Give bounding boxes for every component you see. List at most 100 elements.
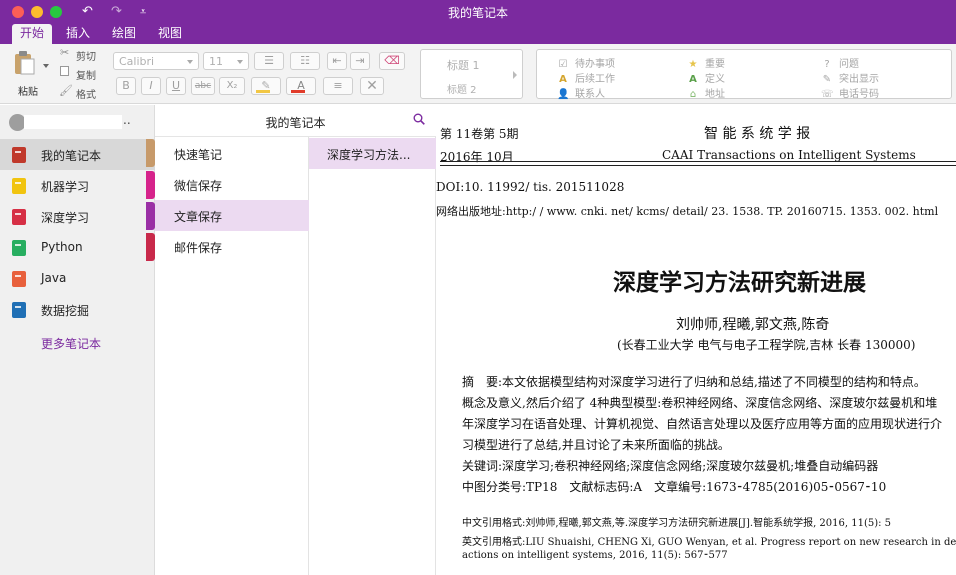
- account-name-redacted: [24, 115, 122, 129]
- classification: 中图分类号:TP18 文献标志码:A 文章编号:1673⁃4785(2016)0…: [462, 480, 887, 494]
- keywords: 关键词:深度学习;卷积神经网络;深度信念网络;深度玻尔兹曼机;堆叠自动编码器: [462, 459, 879, 473]
- notebook-item-machine-learning[interactable]: 机器学习: [0, 170, 155, 201]
- window-title: 我的笔记本: [447, 6, 508, 20]
- chevron-right-icon[interactable]: [511, 70, 519, 80]
- notebook-label: 我的笔记本: [41, 149, 102, 163]
- italic-button[interactable]: I: [141, 77, 161, 95]
- doi: DOI:10. 11992/ tis. 201511028: [436, 180, 625, 194]
- tab-view[interactable]: 视图: [150, 24, 190, 44]
- section-color-tab: [146, 171, 155, 199]
- tag-followup-label: 后续工作: [575, 74, 615, 85]
- pen-icon: ✎: [822, 74, 832, 85]
- tag-todo[interactable]: ☑ 待办事项: [557, 55, 615, 70]
- style-heading-1[interactable]: 标题 1: [447, 57, 480, 73]
- notebook-item-java[interactable]: Java: [0, 263, 155, 294]
- tag-address[interactable]: ⌂ 地址: [687, 85, 725, 100]
- outdent-icon: ⇤: [332, 54, 342, 67]
- chevron-down-icon[interactable]: [42, 62, 50, 70]
- page-canvas[interactable]: 第 11卷第 5期 智 能 系 统 学 报 2016年 10月 CAAI Tra…: [436, 105, 956, 575]
- question-icon: ?: [824, 59, 830, 70]
- tag-phone[interactable]: ☏ 电话号码: [821, 85, 879, 100]
- person-icon: 👤: [557, 89, 570, 100]
- tab-draw[interactable]: 绘图: [104, 24, 144, 44]
- increase-indent-button[interactable]: ⇥: [350, 52, 370, 70]
- notebook-icon: [12, 209, 26, 225]
- notebook-item-python[interactable]: Python: [0, 232, 155, 263]
- letter-a-icon: A: [559, 74, 567, 85]
- clear-formatting-button[interactable]: ⌫: [379, 52, 405, 70]
- tag-contact[interactable]: 👤 联系人: [557, 85, 605, 100]
- copy-button[interactable]: 复制: [58, 66, 102, 82]
- tag-important[interactable]: ★ 重要: [687, 55, 725, 70]
- highlight-color-button[interactable]: ✎: [251, 77, 281, 95]
- font-color-button[interactable]: A: [286, 77, 316, 95]
- house-icon: ⌂: [689, 89, 697, 100]
- abstract-line: 习模型进行了总结,并且讨论了未来所面临的挑战。: [462, 438, 730, 452]
- citation-english: 英文引用格式:LIU Shuaishi, CHENG Xi, GUO Wenya…: [462, 537, 956, 548]
- format-painter-label: 格式: [76, 90, 96, 101]
- font-size-select[interactable]: 11: [203, 52, 249, 70]
- section-item-mail[interactable]: 邮件保存: [155, 231, 309, 262]
- notebook-label: 机器学习: [41, 180, 90, 194]
- subscript-button[interactable]: X₂: [219, 77, 245, 95]
- notebook-item-my-notebook[interactable]: 我的笔记本: [0, 139, 155, 170]
- decrease-indent-button[interactable]: ⇤: [327, 52, 347, 70]
- notebook-item-data-mining[interactable]: 数据挖掘: [0, 294, 155, 325]
- align-button[interactable]: ≡: [323, 77, 353, 95]
- journal-date: 2016年 10月: [440, 150, 514, 164]
- citation-english-cont: actions on intelligent systems, 2016, 11…: [462, 550, 728, 561]
- scissors-icon: ✂: [60, 46, 70, 59]
- tag-definition[interactable]: A 定义: [687, 70, 725, 85]
- numbering-button[interactable]: ☷: [290, 52, 320, 70]
- font-name-value: Calibri: [119, 55, 155, 68]
- paste-button[interactable]: 粘贴: [6, 48, 50, 100]
- account-switcher[interactable]: ..: [0, 105, 155, 139]
- font-size-value: 11: [209, 55, 223, 68]
- more-notebooks-link[interactable]: 更多笔记本: [41, 335, 101, 352]
- tag-question[interactable]: ? 问题: [821, 55, 859, 70]
- tab-insert[interactable]: 插入: [58, 24, 98, 44]
- copy-icon: [60, 66, 69, 76]
- more-options-icon[interactable]: ..: [123, 113, 131, 127]
- notebook-sidebar: .. 我的笔记本 机器学习 深度学习 Python Java 数据挖掘 更多笔记…: [0, 105, 155, 575]
- delete-button[interactable]: ✕: [360, 77, 384, 95]
- tag-highlight[interactable]: ✎ 突出显示: [821, 70, 879, 85]
- cut-button[interactable]: ✂ 剪切: [58, 46, 102, 63]
- header-rule: [440, 165, 956, 166]
- abstract-line: 年深度学习在语音处理、计算机视觉、自然语言处理以及医疗应用等方面的应用现状进行介: [462, 417, 943, 431]
- page-item[interactable]: 深度学习方法...: [309, 138, 436, 169]
- notebook-icon: [12, 178, 26, 194]
- paste-label: 粘贴: [18, 87, 38, 98]
- notebook-item-deep-learning[interactable]: 深度学习: [0, 201, 155, 232]
- search-icon[interactable]: [413, 113, 425, 125]
- copy-label: 复制: [76, 71, 96, 82]
- underline-button[interactable]: U: [166, 77, 186, 95]
- article-authors: 刘帅师,程曦,郭文燕,陈奇: [676, 317, 830, 333]
- format-painter-button[interactable]: 🖌 格式: [58, 84, 102, 101]
- section-item-wechat[interactable]: 微信保存: [155, 169, 309, 200]
- notebook-icon: [12, 302, 26, 318]
- tag-important-label: 重要: [705, 59, 725, 70]
- strikethrough-button[interactable]: abc: [191, 77, 215, 95]
- bullets-button[interactable]: ☰: [254, 52, 284, 70]
- numbered-list-icon: ☷: [300, 54, 310, 67]
- star-icon: ★: [688, 59, 698, 70]
- section-label: 邮件保存: [174, 241, 223, 255]
- title-bar: ↶ ↷ ⩡ 我的笔记本: [0, 0, 956, 24]
- style-heading-2[interactable]: 标题 2: [447, 81, 477, 96]
- tag-contact-label: 联系人: [575, 89, 605, 100]
- section-item-articles[interactable]: 文章保存: [155, 200, 309, 231]
- tag-question-label: 问题: [839, 59, 859, 70]
- journal-english-name: CAAI Transactions on Intelligent Systems: [662, 148, 916, 162]
- abstract-line: 摘 要:本文依据模型结构对深度学习进行了归纳和总结,描述了不同模型的结构和特点。: [462, 375, 926, 389]
- phone-icon: ☏: [821, 89, 834, 100]
- tag-address-label: 地址: [705, 89, 725, 100]
- tab-home[interactable]: 开始: [12, 24, 53, 44]
- chevron-down-icon: [187, 60, 193, 64]
- font-name-select[interactable]: Calibri: [113, 52, 199, 70]
- notebook-icon: [12, 240, 26, 256]
- section-item-quick-notes[interactable]: 快速笔记: [155, 138, 309, 169]
- tag-followup[interactable]: A 后续工作: [557, 70, 615, 85]
- bold-button[interactable]: B: [116, 77, 136, 95]
- section-color-tab: [146, 202, 155, 230]
